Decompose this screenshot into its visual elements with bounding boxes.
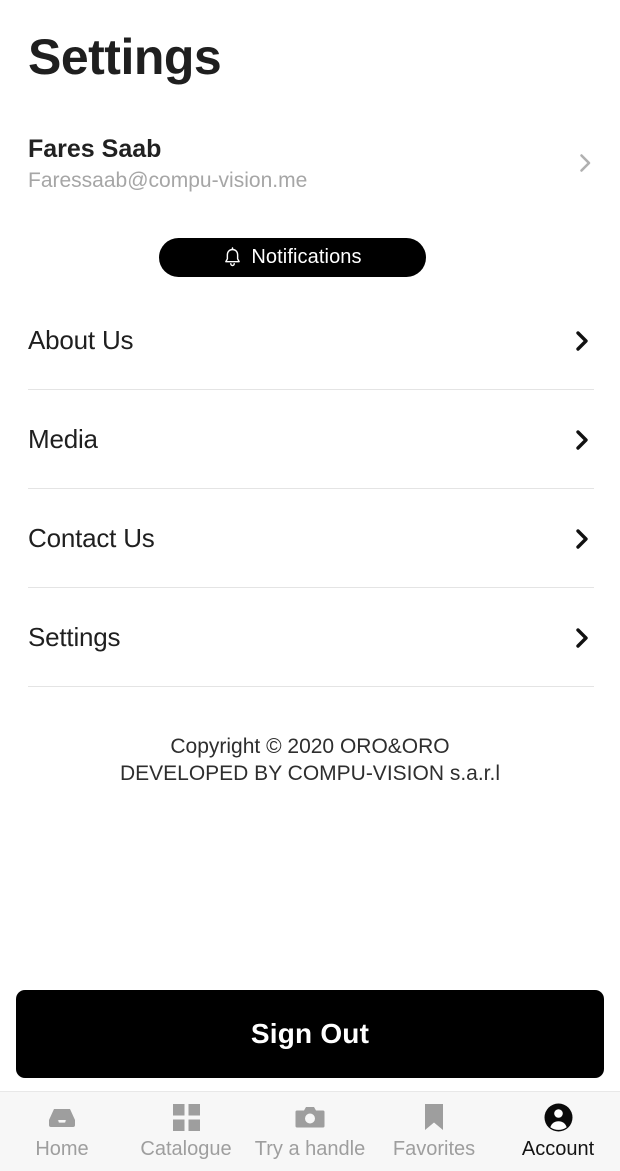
page-title: Settings [28,29,222,85]
nav-item-label: Try a handle [254,1138,366,1160]
divider [28,686,594,687]
nav-item-label: Account [521,1138,595,1160]
menu-item-label: Media [28,424,98,454]
profile-email: Faressaab@compu-vision.me [28,169,308,192]
chevron-right-icon [574,152,596,174]
notifications-button[interactable]: Notifications [159,238,426,277]
nav-item-label: Catalogue [140,1138,232,1160]
profile-row[interactable]: Fares Saab Faressaab@compu-vision.me [0,128,620,206]
bookmark-icon [419,1102,449,1132]
copyright-footer: Copyright © 2020 ORO&ORO DEVELOPED BY CO… [0,733,620,787]
settings-menu-list: About Us Media Contact Us Settings [0,291,620,687]
nav-item-label: Home [35,1138,89,1160]
grid-icon [171,1102,201,1132]
nav-item-catalogue[interactable]: Catalogue [124,1102,248,1161]
chevron-right-icon [572,526,592,552]
bottom-navigation-bar: Home Catalogue Try a handle Favorites Ac… [0,1091,620,1171]
inbox-tray-icon [47,1102,77,1132]
copyright-line-1: Copyright © 2020 ORO&ORO [170,735,450,758]
settings-screen: Settings Fares Saab Faressaab@compu-visi… [0,0,620,1171]
menu-item-contact-us[interactable]: Contact Us [0,489,620,588]
copyright-line-2: DEVELOPED BY COMPU-VISION s.a.r.l [119,762,501,785]
account-circle-icon [543,1102,573,1132]
profile-name: Fares Saab [28,135,162,163]
notifications-label: Notifications [251,246,362,268]
nav-item-account[interactable]: Account [496,1102,620,1161]
menu-item-label: Contact Us [28,523,155,553]
camera-icon [295,1102,325,1132]
menu-item-settings[interactable]: Settings [0,588,620,687]
nav-item-try-a-handle[interactable]: Try a handle [248,1102,372,1161]
menu-item-label: About Us [28,325,134,355]
nav-item-home[interactable]: Home [0,1102,124,1161]
menu-item-about-us[interactable]: About Us [0,291,620,390]
bell-icon [223,247,242,268]
menu-item-media[interactable]: Media [0,390,620,489]
sign-out-button[interactable]: Sign Out [16,990,604,1078]
nav-item-favorites[interactable]: Favorites [372,1102,496,1161]
chevron-right-icon [572,427,592,453]
nav-item-label: Favorites [392,1138,476,1160]
chevron-right-icon [572,625,592,651]
chevron-right-icon [572,328,592,354]
menu-item-label: Settings [28,622,121,652]
